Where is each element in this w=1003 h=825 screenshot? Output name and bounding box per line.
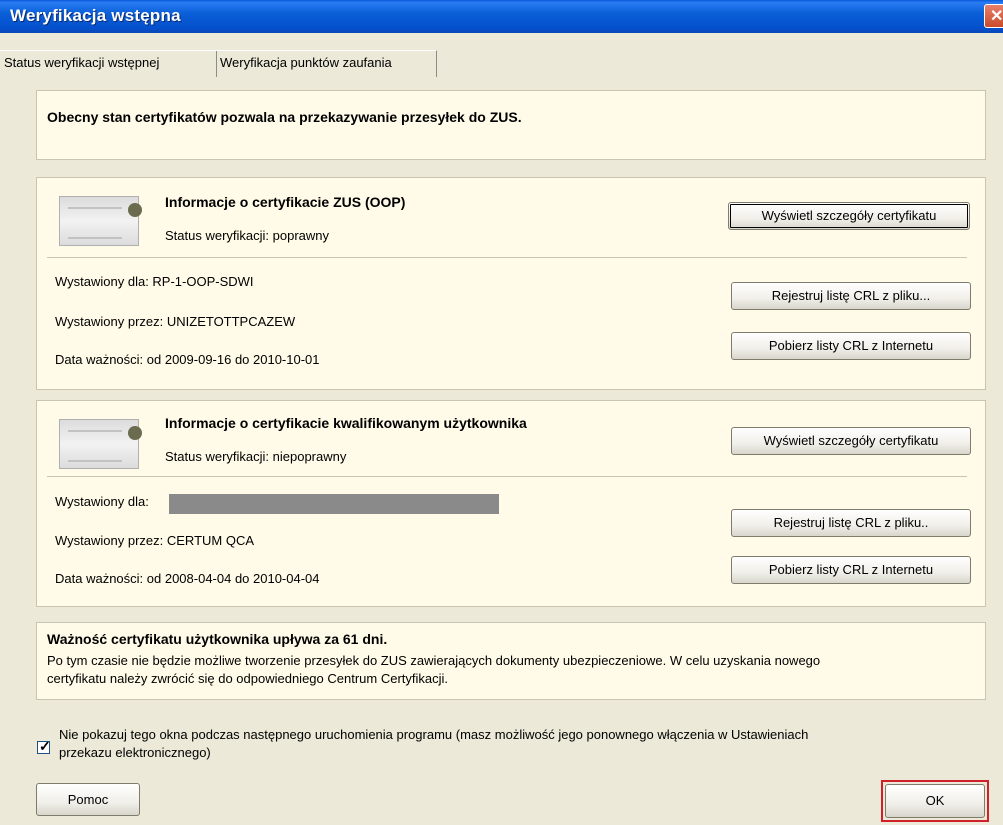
user-register-crl-button[interactable]: Rejestruj listę CRL z pliku.. [731,509,971,537]
ok-button[interactable]: OK [885,784,985,818]
dont-show-label-line2: przekazu elektronicznego) [59,745,211,760]
user-cert-title: Informacje o certyfikacie kwalifikowanym… [165,415,527,431]
divider [47,476,967,477]
zus-view-details-button[interactable]: Wyświetl szczegóły certyfikatu [728,202,970,230]
dont-show-label-line1: Nie pokazuj tego okna podczas następnego… [59,727,809,742]
zus-issued-by: Wystawiony przez: UNIZETOTTPCAZEW [55,314,296,329]
user-cert-status: Status weryfikacji: niepoprawny [165,449,347,464]
zus-cert-section: Informacje o certyfikacie ZUS (OOP) Stat… [36,177,986,390]
help-button[interactable]: Pomoc [36,783,140,816]
tab-status-weryfikacji[interactable]: Status weryfikacji wstępnej [0,50,217,77]
zus-register-crl-button[interactable]: Rejestruj listę CRL z pliku... [731,282,971,310]
redacted-name [169,494,499,514]
certificate-icon [59,196,142,246]
checkmark-icon: ✓ [39,738,51,754]
close-button[interactable]: ✕ [984,4,1003,28]
expiry-notice-title: Ważność certyfikatu użytkownika upływa z… [47,631,388,647]
window-title: Weryfikacja wstępna [10,6,181,25]
user-view-details-button[interactable]: Wyświetl szczegóły certyfikatu [731,427,971,455]
zus-cert-title: Informacje o certyfikacie ZUS (OOP) [165,194,406,210]
close-icon: ✕ [990,8,1003,25]
expiry-notice-line1: Po tym czasie nie będzie możliwe tworzen… [47,653,821,668]
expiry-notice: Ważność certyfikatu użytkownika upływa z… [36,622,986,700]
divider [47,257,967,258]
user-issued-by: Wystawiony przez: CERTUM QCA [55,533,255,548]
user-validity: Data ważności: od 2008-04-04 do 2010-04-… [55,571,320,586]
zus-validity: Data ważności: od 2009-09-16 do 2010-10-… [55,352,320,367]
dont-show-checkbox[interactable]: ✓ [37,738,51,754]
zus-cert-status: Status weryfikacji: poprawny [165,228,330,243]
tab-panel: Obecny stan certyfikatów pozwala na prze… [0,77,1003,825]
status-banner-text: Obecny stan certyfikatów pozwala na prze… [47,109,522,125]
tab-weryfikacja-punktow[interactable]: Weryfikacja punktów zaufania [216,50,437,77]
user-cert-section: Informacje o certyfikacie kwalifikowanym… [36,400,986,607]
expiry-notice-line2: certyfikatu należy zwrócić się do odpowi… [47,671,449,686]
user-issued-for: Wystawiony dla: [55,494,149,509]
status-banner: Obecny stan certyfikatów pozwala na prze… [36,90,986,160]
user-download-crl-button[interactable]: Pobierz listy CRL z Internetu [731,556,971,584]
zus-download-crl-button[interactable]: Pobierz listy CRL z Internetu [731,332,971,360]
title-bar: Weryfikacja wstępna ✕ [0,0,1003,33]
certificate-icon [59,419,142,469]
zus-issued-for: Wystawiony dla: RP-1-OOP-SDWI [55,274,254,289]
